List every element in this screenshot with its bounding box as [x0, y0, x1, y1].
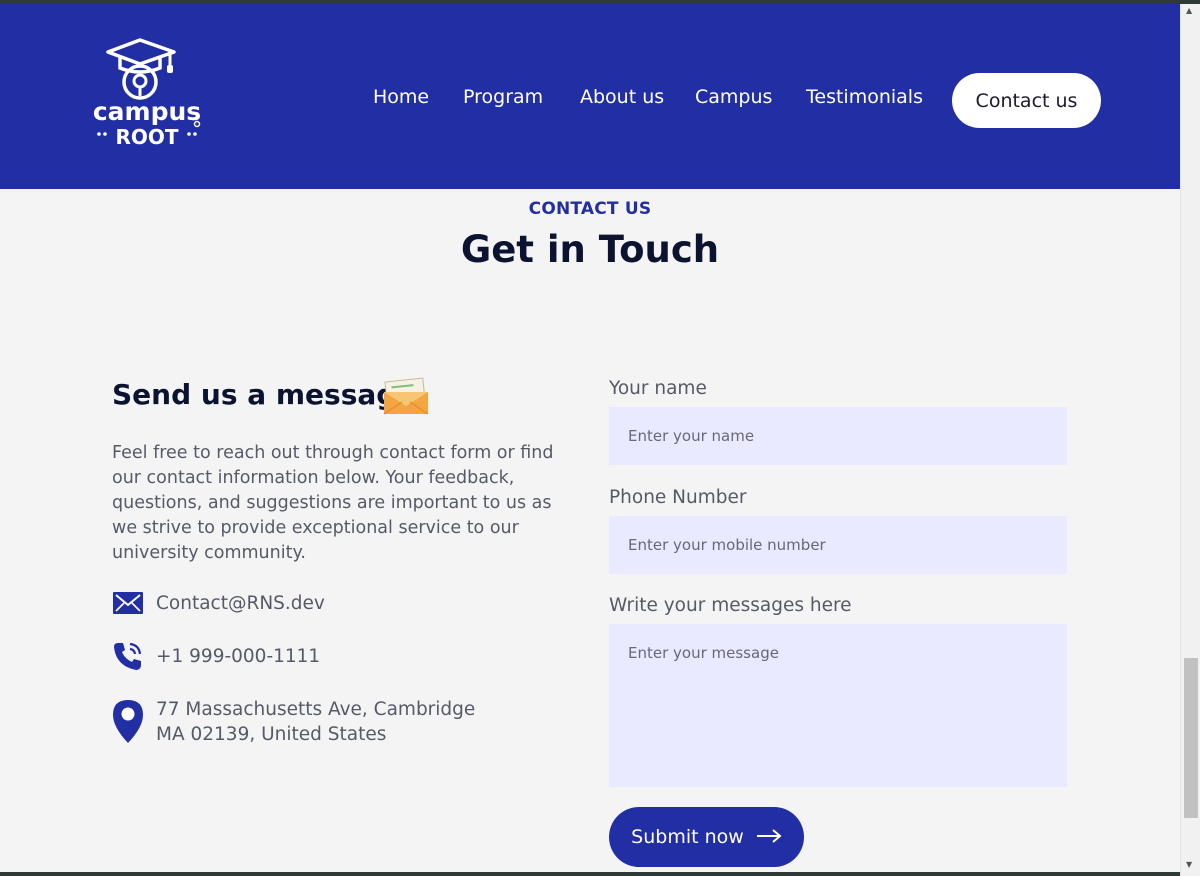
nav-home[interactable]: Home: [373, 86, 429, 108]
phone-icon: [112, 640, 144, 672]
message-textarea[interactable]: [609, 624, 1067, 787]
window-bottom-border: [0, 872, 1180, 876]
nav-campus[interactable]: Campus: [695, 86, 772, 108]
scroll-down-arrow-icon[interactable]: ▼: [1186, 860, 1192, 869]
phone-label: Phone Number: [609, 487, 747, 508]
contact-description: Feel free to reach out through contact f…: [112, 443, 554, 563]
nav-about-us[interactable]: About us: [580, 86, 664, 108]
contact-phone-link[interactable]: +1 999-000-1111: [156, 644, 320, 669]
send-message-title: Send us a message: [112, 378, 416, 411]
address-line-1: 77 Massachusetts Ave, Cambridge: [156, 699, 476, 720]
brand-line2: ROOT: [115, 125, 178, 149]
nav-program[interactable]: Program: [463, 86, 543, 108]
message-label: Write your messages here: [609, 595, 852, 616]
scrollbar-thumb[interactable]: [1184, 658, 1198, 818]
scroll-up-arrow-icon[interactable]: ▲: [1186, 6, 1192, 15]
name-label: Your name: [609, 378, 707, 399]
arrow-right-icon: [756, 826, 782, 848]
mail-icon: [112, 588, 144, 620]
location-pin-icon: [112, 698, 144, 744]
address-line-2: MA 02139, United States: [156, 724, 387, 745]
submit-button-label: Submit now: [631, 826, 744, 848]
brand-line1: campus: [93, 97, 201, 126]
phone-input[interactable]: [609, 516, 1067, 574]
nav-testimonials[interactable]: Testimonials: [806, 86, 923, 108]
section-eyebrow: CONTACT US: [528, 199, 652, 219]
contact-address: 77 Massachusetts Ave, Cambridge MA 02139…: [156, 697, 475, 747]
name-input[interactable]: [609, 407, 1067, 465]
campus-root-logo[interactable]: campus ROOT: [90, 36, 205, 151]
page-scrollbar[interactable]: ▲ ▼: [1180, 4, 1200, 876]
contact-email-link[interactable]: Contact@RNS.dev: [156, 591, 325, 616]
submit-button[interactable]: Submit now: [609, 807, 804, 867]
section-title: Get in Touch: [460, 228, 720, 271]
contact-us-button[interactable]: Contact us: [952, 73, 1101, 128]
site-header: campus ROOT Home Program About us Campus…: [0, 4, 1180, 189]
envelope-with-letter-icon: [382, 376, 430, 416]
